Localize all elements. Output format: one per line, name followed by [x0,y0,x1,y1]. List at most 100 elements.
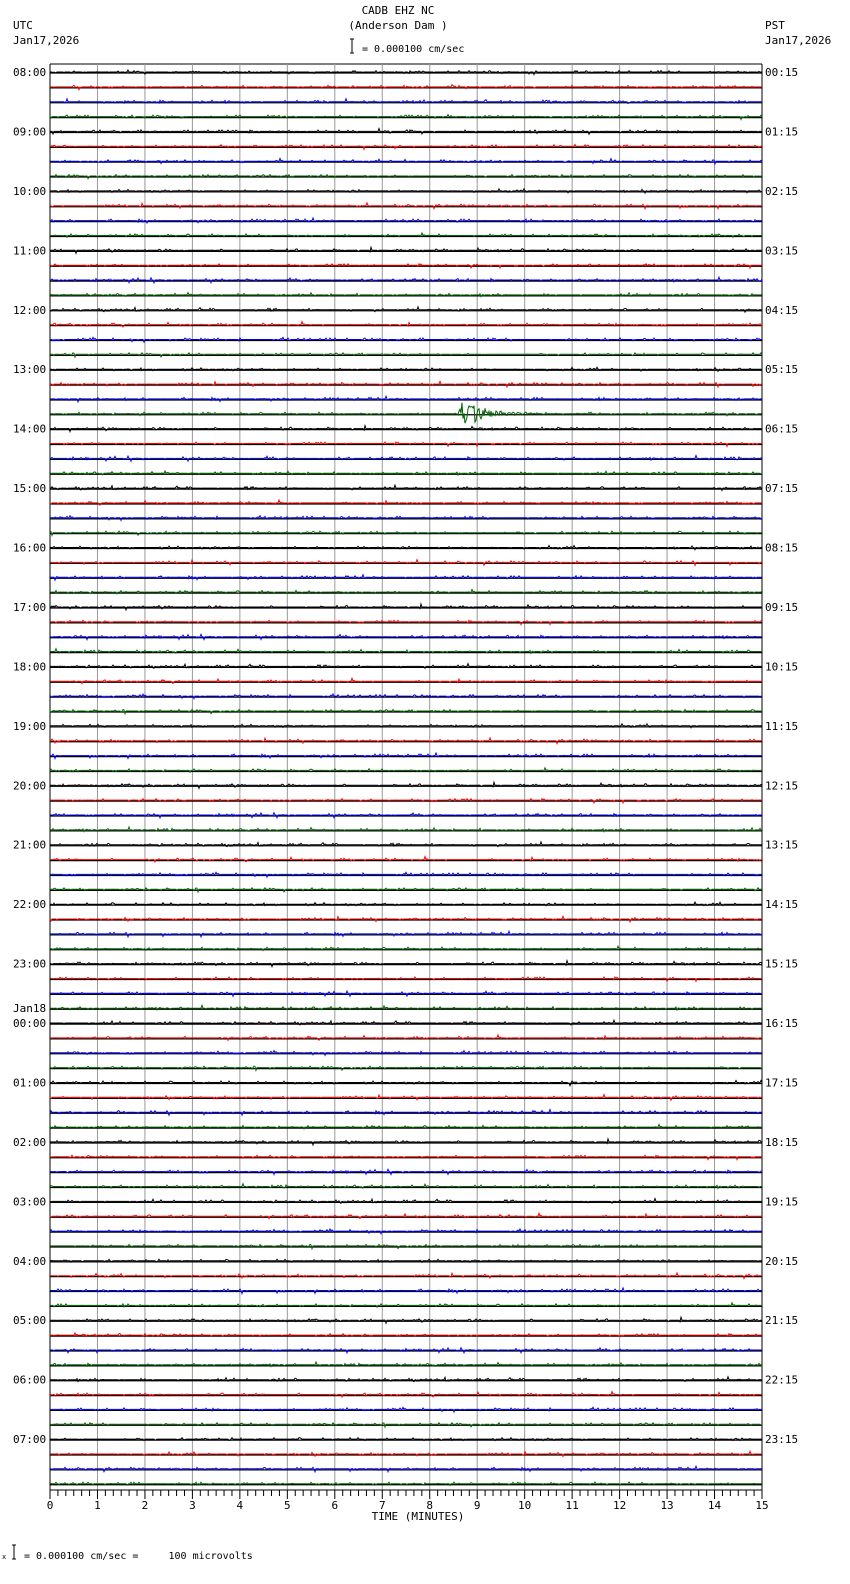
x-tick-label: 14 [708,1499,722,1512]
utc-time-label: 20:00 [13,779,46,792]
pst-time-label: 04:15 [765,304,798,317]
seismic-trace [50,336,762,344]
pst-time-label: 12:15 [765,779,798,792]
seismic-trace [50,958,763,969]
seismic-trace [50,692,762,701]
right-date: Jan17,2026 [765,34,831,47]
footer-scale-note: = 0.000100 cm/sec = 100 microvolts [24,1551,253,1562]
x-tick-label: 4 [237,1499,244,1512]
station-title: CADB EHZ NC [362,4,435,17]
utc-time-label: 00:00 [13,1017,46,1030]
utc-time-label: 11:00 [13,244,46,257]
utc-time-label: 08:00 [13,66,46,79]
utc-time-label: 07:00 [13,1433,46,1446]
utc-time-label: 01:00 [13,1076,46,1089]
utc-time-label: 23:00 [13,958,46,971]
seismic-trace [49,379,762,389]
traces [49,69,763,1487]
seismic-trace [50,1271,762,1280]
seismic-trace [50,201,762,211]
pst-time-label: 10:15 [765,660,798,673]
x-tick-label: 5 [284,1499,291,1512]
utc-time-label: 22:00 [13,898,46,911]
utc-time-label: 18:00 [13,660,46,673]
seismic-trace [50,423,762,434]
svg-text:x: x [2,1553,6,1561]
seismic-trace [50,751,762,761]
right-timezone: PST [765,19,785,32]
x-tick-label: 0 [47,1499,54,1512]
seismic-trace [50,871,762,879]
utc-time-label: 04:00 [13,1255,46,1268]
x-tick-label: 15 [755,1499,768,1512]
utc-time-label: 14:00 [13,423,46,436]
pst-time-label: 05:15 [765,363,798,376]
pst-time-label: 20:15 [765,1255,798,1268]
utc-time-label: 12:00 [13,304,46,317]
x-tick-label: 3 [189,1499,196,1512]
utc-time-label: 17:00 [13,601,46,614]
seismic-trace [50,573,762,582]
x-tick-label: 11 [566,1499,579,1512]
left-timezone: UTC [13,19,33,32]
seismic-trace [50,602,762,612]
seismic-trace [50,633,762,642]
pst-time-label: 19:15 [765,1195,798,1208]
pst-time-label: 03:15 [765,244,798,257]
left-date: Jan17,2026 [13,34,79,47]
pst-time-label: 18:15 [765,1136,798,1149]
x-tick-label: 9 [474,1499,481,1512]
utc-time-label: 09:00 [13,125,46,138]
utc-time-label: 19:00 [13,720,46,733]
utc-time-label: 06:00 [13,1374,46,1387]
seismic-trace [50,69,762,76]
utc-time-label: 13:00 [13,363,46,376]
utc-time-label: 03:00 [13,1195,46,1208]
seismic-trace [50,780,763,790]
x-tick-label: 6 [331,1499,338,1512]
x-tick-label: 1 [94,1499,101,1512]
pst-time-label: 13:15 [765,839,798,852]
pst-time-label: 16:15 [765,1017,798,1030]
x-axis-label: TIME (MINUTES) [372,1510,465,1523]
seismic-trace [49,1108,762,1117]
pst-time-label: 23:15 [765,1433,798,1446]
utc-time-label: 15:00 [13,482,46,495]
pst-time-label: 17:15 [765,1076,798,1089]
pst-time-label: 21:15 [765,1314,798,1327]
seismic-trace [50,811,762,820]
pst-time-label: 09:15 [765,601,798,614]
x-tick-label: 2 [142,1499,149,1512]
footer-scale-icon: x [2,1544,16,1561]
seismic-trace [50,558,762,567]
pst-time-label: 07:15 [765,482,798,495]
scale-bar-icon [350,38,354,54]
seismic-trace [50,1315,762,1325]
seismic-trace [50,1049,763,1057]
seismic-trace [50,157,763,166]
x-tick-label: 13 [660,1499,673,1512]
station-location: (Anderson Dam ) [348,19,447,32]
seismic-trace [49,1093,762,1102]
seismic-trace [50,929,763,939]
pst-time-label: 06:15 [765,423,798,436]
pst-time-label: 00:15 [765,66,798,79]
seismic-trace [50,453,763,463]
pst-time-label: 02:15 [765,185,798,198]
x-tick-label: 10 [518,1499,531,1512]
seismic-trace [50,1168,763,1177]
pst-time-label: 11:15 [765,720,798,733]
seismic-trace [50,402,763,424]
seismic-trace [50,989,763,998]
pst-time-label: 14:15 [765,898,798,911]
seismic-trace [50,83,762,92]
seismic-trace [50,1449,762,1458]
seismic-trace [49,1286,762,1296]
seismic-trace [50,394,762,404]
seismic-trace [49,245,762,255]
utc-time-label: 05:00 [13,1314,46,1327]
utc-date-label: Jan18 [13,1002,46,1015]
seismic-trace [50,1464,762,1474]
seismic-trace [49,736,762,745]
x-axis: 0 1 2 3 4 5 6 7 8 9 10 11 12 13 14 15 [47,1489,769,1512]
